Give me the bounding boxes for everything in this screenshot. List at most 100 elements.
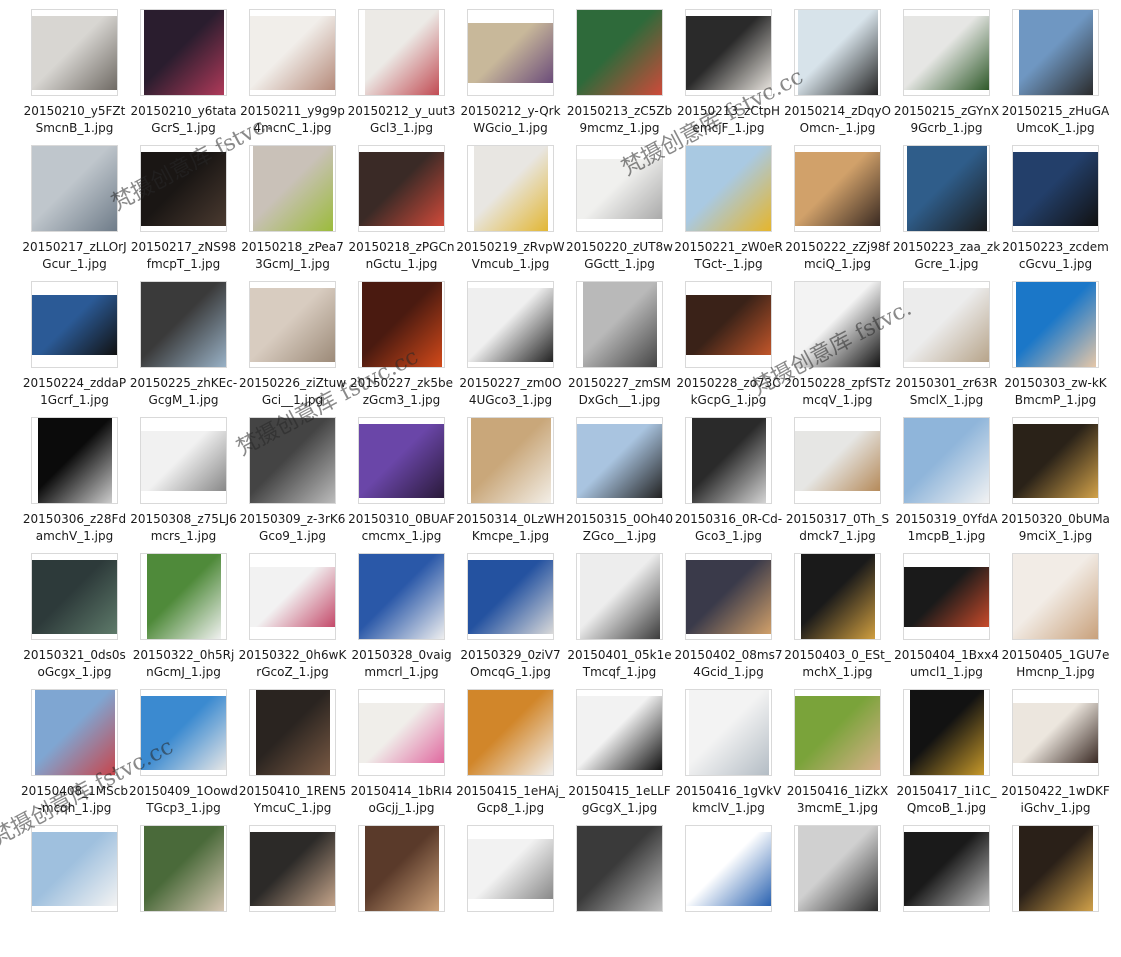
- file-thumbnail[interactable]: [140, 417, 227, 504]
- file-tile[interactable]: 20150218_zPGCnnGctu_1.jpg: [347, 145, 456, 277]
- file-thumbnail[interactable]: [140, 553, 227, 640]
- file-thumbnail[interactable]: [31, 417, 118, 504]
- file-thumbnail[interactable]: [249, 9, 336, 96]
- file-thumbnail[interactable]: [467, 145, 554, 232]
- file-thumbnail[interactable]: [794, 689, 881, 776]
- file-tile[interactable]: [129, 825, 238, 957]
- file-tile[interactable]: 20150227_zmSMDxGch__1.jpg: [565, 281, 674, 413]
- file-thumbnail[interactable]: [31, 281, 118, 368]
- file-thumbnail[interactable]: [140, 689, 227, 776]
- file-thumbnail[interactable]: [903, 417, 990, 504]
- file-thumbnail[interactable]: [467, 9, 554, 96]
- file-tile[interactable]: 20150215_zHuGAUmcoK_1.jpg: [1001, 9, 1110, 141]
- file-tile[interactable]: [1001, 825, 1110, 957]
- file-thumbnail[interactable]: [1012, 145, 1099, 232]
- file-tile[interactable]: 20150301_zr63RSmclX_1.jpg: [892, 281, 1001, 413]
- file-tile[interactable]: 20150414_1bRI4oGcjj_1.jpg: [347, 689, 456, 821]
- file-thumbnail[interactable]: [249, 553, 336, 640]
- file-tile[interactable]: 20150415_1eHAj_Gcp8_1.jpg: [456, 689, 565, 821]
- file-tile[interactable]: 20150212_y-QrkWGcio_1.jpg: [456, 9, 565, 141]
- file-tile[interactable]: 20150212_y_uut3Gcl3_1.jpg: [347, 9, 456, 141]
- file-thumbnail[interactable]: [1012, 417, 1099, 504]
- file-thumbnail[interactable]: [903, 9, 990, 96]
- file-thumbnail[interactable]: [358, 417, 445, 504]
- file-thumbnail[interactable]: [358, 689, 445, 776]
- file-thumbnail[interactable]: [794, 417, 881, 504]
- file-tile[interactable]: 20150401_05k1eTmcqf_1.jpg: [565, 553, 674, 685]
- file-thumbnail[interactable]: [576, 417, 663, 504]
- file-tile[interactable]: 20150316_0R-Cd-Gco3_1.jpg: [674, 417, 783, 549]
- file-tile[interactable]: [674, 825, 783, 957]
- file-tile[interactable]: 20150218_zPea73GcmJ_1.jpg: [238, 145, 347, 277]
- file-thumbnail[interactable]: [794, 281, 881, 368]
- file-thumbnail[interactable]: [467, 281, 554, 368]
- file-tile[interactable]: [238, 825, 347, 957]
- file-thumbnail[interactable]: [685, 417, 772, 504]
- file-thumbnail[interactable]: [576, 281, 663, 368]
- file-thumbnail[interactable]: [903, 145, 990, 232]
- file-tile[interactable]: 20150322_0h6wKrGcoZ_1.jpg: [238, 553, 347, 685]
- file-thumbnail[interactable]: [1012, 553, 1099, 640]
- file-tile[interactable]: 20150217_zNS98fmcpT_1.jpg: [129, 145, 238, 277]
- file-thumbnail[interactable]: [140, 145, 227, 232]
- file-thumbnail[interactable]: [31, 825, 118, 912]
- file-tile[interactable]: 20150320_0bUMa9mciX_1.jpg: [1001, 417, 1110, 549]
- file-thumbnail[interactable]: [685, 689, 772, 776]
- file-tile[interactable]: 20150223_zcdemcGcvu_1.jpg: [1001, 145, 1110, 277]
- file-thumbnail[interactable]: [685, 145, 772, 232]
- file-thumbnail[interactable]: [31, 689, 118, 776]
- file-tile[interactable]: 20150223_zaa_zkGcre_1.jpg: [892, 145, 1001, 277]
- file-thumbnail[interactable]: [903, 281, 990, 368]
- file-tile[interactable]: 20150314_0LzWHKmcpe_1.jpg: [456, 417, 565, 549]
- file-thumbnail[interactable]: [685, 825, 772, 912]
- file-tile[interactable]: 20150210_y5FZtSmcnB_1.jpg: [20, 9, 129, 141]
- file-tile[interactable]: 20150308_z75LJ6mcrs_1.jpg: [129, 417, 238, 549]
- file-thumbnail[interactable]: [467, 417, 554, 504]
- file-tile[interactable]: 20150403_0_ESt_mchX_1.jpg: [783, 553, 892, 685]
- file-tile[interactable]: 20150220_zUT8wGGctt_1.jpg: [565, 145, 674, 277]
- file-tile[interactable]: 20150416_1iZkX3mcmE_1.jpg: [783, 689, 892, 821]
- file-thumbnail[interactable]: [249, 825, 336, 912]
- file-tile[interactable]: 20150226_ziZtuwGci__1.jpg: [238, 281, 347, 413]
- file-tile[interactable]: 20150410_1REN5YmcuC_1.jpg: [238, 689, 347, 821]
- file-thumbnail[interactable]: [358, 281, 445, 368]
- file-tile[interactable]: 20150214_zDqyOOmcn-_1.jpg: [783, 9, 892, 141]
- file-thumbnail[interactable]: [1012, 825, 1099, 912]
- file-thumbnail[interactable]: [249, 145, 336, 232]
- file-thumbnail[interactable]: [576, 145, 663, 232]
- file-thumbnail[interactable]: [903, 825, 990, 912]
- file-thumbnail[interactable]: [903, 689, 990, 776]
- file-tile[interactable]: 20150408_1MScb-mcqh_1.jpg: [20, 689, 129, 821]
- file-thumbnail[interactable]: [467, 825, 554, 912]
- file-thumbnail[interactable]: [1012, 281, 1099, 368]
- file-tile[interactable]: [20, 825, 129, 957]
- file-tile[interactable]: 20150404_1Bxx4umcl1_1.jpg: [892, 553, 1001, 685]
- file-thumbnail[interactable]: [249, 689, 336, 776]
- file-thumbnail[interactable]: [467, 689, 554, 776]
- file-tile[interactable]: [783, 825, 892, 957]
- file-tile[interactable]: 20150306_z28FdamchV_1.jpg: [20, 417, 129, 549]
- file-thumbnail[interactable]: [685, 553, 772, 640]
- file-tile[interactable]: 20150224_zddaP1Gcrf_1.jpg: [20, 281, 129, 413]
- file-tile[interactable]: 20150415_1eLLFgGcgX_1.jpg: [565, 689, 674, 821]
- file-tile[interactable]: 20150321_0ds0soGcgx_1.jpg: [20, 553, 129, 685]
- file-tile[interactable]: 20150303_zw-kKBmcmP_1.jpg: [1001, 281, 1110, 413]
- file-thumbnail[interactable]: [1012, 9, 1099, 96]
- file-tile[interactable]: 20150319_0YfdA1mcpB_1.jpg: [892, 417, 1001, 549]
- file-tile[interactable]: 20150422_1wDKFiGchv_1.jpg: [1001, 689, 1110, 821]
- file-tile[interactable]: [565, 825, 674, 957]
- file-tile[interactable]: 20150228_zo73CkGcpG_1.jpg: [674, 281, 783, 413]
- file-thumbnail[interactable]: [467, 553, 554, 640]
- file-tile[interactable]: 20150309_z-3rK6Gco9_1.jpg: [238, 417, 347, 549]
- file-tile[interactable]: 20150417_1i1C_QmcoB_1.jpg: [892, 689, 1001, 821]
- file-thumbnail[interactable]: [576, 9, 663, 96]
- file-tile[interactable]: 20150217_zLLOrJGcur_1.jpg: [20, 145, 129, 277]
- file-thumbnail[interactable]: [685, 9, 772, 96]
- file-thumbnail[interactable]: [140, 9, 227, 96]
- file-thumbnail[interactable]: [1012, 689, 1099, 776]
- file-thumbnail[interactable]: [249, 417, 336, 504]
- file-tile[interactable]: 20150405_1GU7eHmcnp_1.jpg: [1001, 553, 1110, 685]
- file-tile[interactable]: 20150329_0ziV7OmcqG_1.jpg: [456, 553, 565, 685]
- file-thumbnail[interactable]: [794, 9, 881, 96]
- file-tile[interactable]: 20150210_y6tataGcrS_1.jpg: [129, 9, 238, 141]
